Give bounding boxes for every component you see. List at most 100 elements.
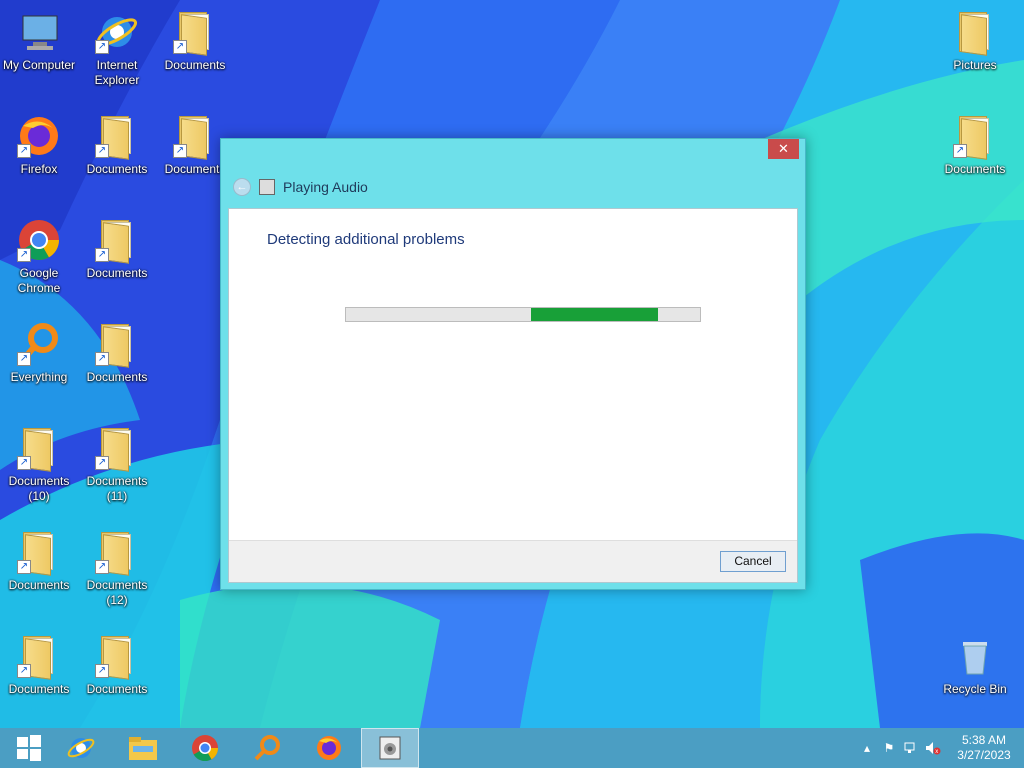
desktop-icon-documents[interactable]: ↗ Documents — [78, 320, 156, 385]
shortcut-arrow-icon: ↗ — [95, 144, 109, 158]
internet-explorer-icon — [67, 738, 95, 758]
dialog-footer: Cancel — [229, 540, 797, 582]
desktop-icon-my-computer[interactable]: My Computer — [0, 8, 78, 73]
desktop-icon-label: Internet Explorer — [94, 58, 140, 87]
clock[interactable]: 5:38 AM 3/27/2023 — [944, 733, 1024, 763]
show-hidden-icons-icon[interactable]: ▴ — [856, 737, 878, 759]
close-button[interactable]: ✕ — [768, 139, 799, 159]
desktop-icon-label: Documents — [86, 370, 148, 384]
desktop-icon-glyph — [15, 8, 63, 56]
file-explorer-icon — [129, 737, 157, 760]
shortcut-arrow-icon: ↗ — [17, 560, 31, 574]
desktop-icon-glyph: ↗ — [15, 424, 63, 472]
taskbar-everything[interactable] — [238, 728, 296, 768]
shortcut-arrow-icon: ↗ — [953, 144, 967, 158]
desktop-icon-glyph: ↗ — [93, 320, 141, 368]
everything-search-icon — [254, 735, 280, 761]
desktop-icon-label: Documents — [164, 58, 226, 72]
svg-text:x: x — [935, 749, 938, 755]
computer-icon — [22, 15, 58, 50]
desktop-icon-label: Documents (12) — [86, 578, 148, 607]
desktop-icon-documents[interactable]: ↗ Documents — [0, 632, 78, 697]
desktop-icon-documents[interactable]: ↗ Documents — [78, 216, 156, 281]
desktop-icon-glyph: ↗ — [93, 112, 141, 160]
desktop-icon-glyph: ↗ — [951, 112, 999, 160]
desktop-icon-label: Documents — [86, 266, 148, 280]
desktop-icon-label: Pictures — [953, 58, 997, 72]
action-center-flag-icon[interactable]: ⚑ — [878, 737, 900, 759]
desktop-icon-recycle-bin[interactable]: Recycle Bin — [936, 632, 1014, 697]
desktop-icon-label: Firefox — [20, 162, 58, 176]
desktop-icon-glyph: ↗ — [15, 632, 63, 680]
network-icon[interactable] — [900, 737, 922, 759]
speaker-mute-glyph: x — [926, 742, 941, 755]
desktop-icon-label: Documents — [8, 578, 70, 592]
desktop-icon-documents[interactable]: ↗ Documents — [936, 112, 1014, 177]
taskbar-firefox[interactable] — [300, 728, 358, 768]
desktop-icon-label: Documents — [86, 162, 148, 176]
troubleshooter-icon — [379, 736, 401, 760]
desktop-icon-label: Recycle Bin — [943, 682, 1007, 696]
progress-marquee — [531, 308, 658, 321]
desktop-icon-glyph: ↗ — [15, 528, 63, 576]
shortcut-arrow-icon: ↗ — [95, 248, 109, 262]
desktop-icon-label: Documents — [944, 162, 1006, 176]
desktop-icon-label: Documents — [8, 682, 70, 696]
cancel-button[interactable]: Cancel — [720, 551, 786, 572]
shortcut-arrow-icon: ↗ — [95, 664, 109, 678]
desktop-icon-label: Everything — [10, 370, 68, 384]
dialog-title: Playing Audio — [283, 179, 368, 195]
desktop-icon-glyph: ↗ — [15, 320, 63, 368]
desktop-icon-documents-12[interactable]: ↗ Documents (12) — [78, 528, 156, 608]
clock-time: 5:38 AM — [961, 733, 1007, 747]
desktop-icon-documents[interactable]: ↗ Documents — [78, 632, 156, 697]
desktop-icon-glyph: ↗ — [93, 424, 141, 472]
desktop-icon-pictures[interactable]: Pictures — [936, 8, 1014, 73]
desktop-icon-glyph: ↗ — [93, 8, 141, 56]
recycle-bin-icon — [963, 642, 987, 675]
shortcut-arrow-icon: ↗ — [17, 664, 31, 678]
taskbar-internet-explorer[interactable] — [52, 728, 110, 768]
desktop-icon-documents[interactable]: ↗ Documents — [0, 528, 78, 593]
desktop-icon-glyph: ↗ — [15, 216, 63, 264]
desktop-icon-glyph: ↗ — [93, 632, 141, 680]
clock-date: 3/27/2023 — [957, 748, 1011, 762]
shortcut-arrow-icon: ↗ — [95, 352, 109, 366]
taskbar: ▴ ⚑ x 5:38 AM 3/27/2023 — [0, 728, 1024, 768]
start-button[interactable] — [0, 728, 58, 768]
desktop-icon-google-chrome[interactable]: ↗ Google Chrome — [0, 216, 78, 296]
firefox-icon — [317, 736, 341, 760]
desktop-icon-glyph: ↗ — [93, 528, 141, 576]
troubleshooter-dialog: ✕ ← Playing Audio Detecting additional p… — [220, 138, 806, 590]
desktop-icon-firefox[interactable]: ↗ Firefox — [0, 112, 78, 177]
taskbar-troubleshooter[interactable] — [361, 728, 419, 768]
desktop-icon-label: My Computer — [2, 58, 76, 72]
system-tray: ▴ ⚑ x 5:38 AM 3/27/2023 — [856, 728, 1024, 768]
taskbar-file-explorer[interactable] — [114, 728, 172, 768]
shortcut-arrow-icon: ↗ — [173, 144, 187, 158]
volume-muted-icon[interactable]: x — [922, 737, 944, 759]
shortcut-arrow-icon: ↗ — [17, 248, 31, 262]
back-arrow-icon[interactable]: ← — [233, 178, 251, 196]
shortcut-arrow-icon: ↗ — [95, 40, 109, 54]
dialog-header: ← Playing Audio — [233, 177, 368, 197]
desktop-icon-everything[interactable]: ↗ Everything — [0, 320, 78, 385]
desktop-icon-documents-11[interactable]: ↗ Documents (11) — [78, 424, 156, 504]
desktop-icon-glyph: ↗ — [171, 8, 219, 56]
status-heading: Detecting additional problems — [267, 231, 465, 248]
desktop-icon-glyph: ↗ — [15, 112, 63, 160]
shortcut-arrow-icon: ↗ — [17, 144, 31, 158]
desktop-icon-label: Documents (10) — [8, 474, 70, 503]
desktop-icon-documents[interactable]: ↗ Documents — [156, 8, 234, 73]
dialog-content-panel: Detecting additional problems Cancel — [228, 208, 798, 583]
desktop-icon-glyph — [951, 8, 999, 56]
shortcut-arrow-icon: ↗ — [173, 40, 187, 54]
desktop-icon-glyph — [951, 632, 999, 680]
chrome-icon — [192, 735, 219, 762]
windows-logo-icon — [17, 735, 41, 761]
desktop-icon-glyph: ↗ — [93, 216, 141, 264]
desktop-icon-documents[interactable]: ↗ Documents — [78, 112, 156, 177]
desktop-icon-internet-explorer[interactable]: ↗ Internet Explorer — [78, 8, 156, 88]
desktop-icon-documents-10[interactable]: ↗ Documents (10) — [0, 424, 78, 504]
taskbar-chrome[interactable] — [176, 728, 234, 768]
